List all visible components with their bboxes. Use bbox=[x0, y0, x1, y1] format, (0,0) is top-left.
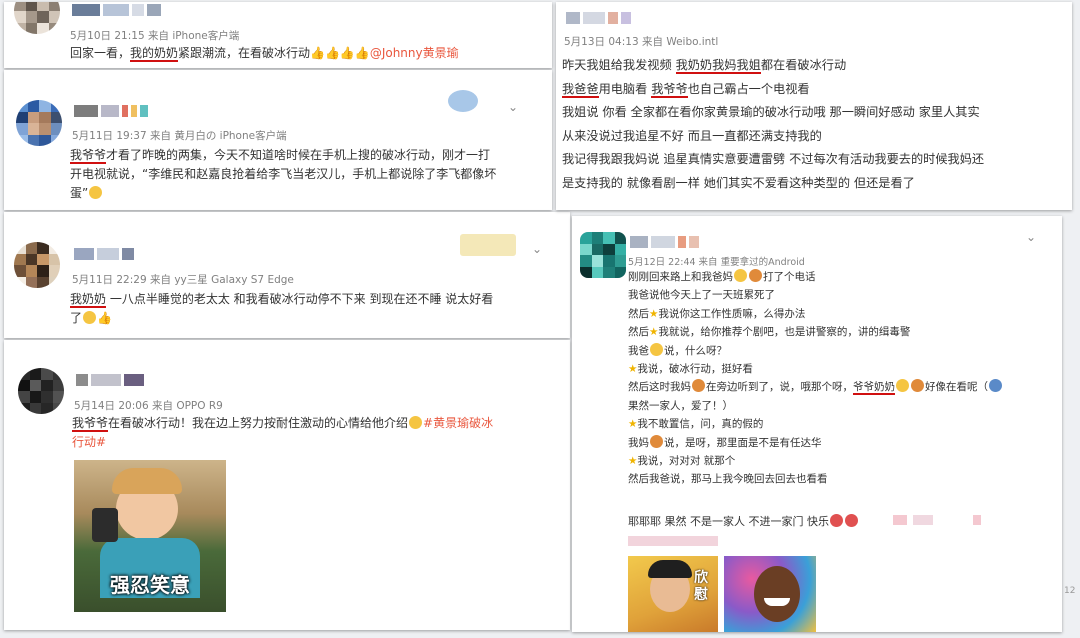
username-redacted[interactable] bbox=[566, 12, 631, 24]
post-meta: 5月10日 21:15 来自 iPhone客户端 bbox=[70, 30, 240, 42]
face-emoji-icon bbox=[896, 379, 909, 393]
avatar[interactable] bbox=[16, 100, 62, 146]
post-text: 回家一看，我的奶奶紧跟潮流，在看破冰行动👍👍👍👍@Johnny黄景瑜 bbox=[70, 46, 459, 62]
badge-icon bbox=[448, 90, 478, 112]
meme-image[interactable]: 强忍笑意 bbox=[74, 460, 226, 612]
username-redacted[interactable] bbox=[72, 4, 161, 16]
mention-link[interactable]: @Johnny黄景瑜 bbox=[370, 46, 459, 60]
star-icon: ★ bbox=[649, 326, 659, 339]
face-emoji-icon bbox=[734, 269, 747, 282]
star-icon: ★ bbox=[649, 307, 659, 320]
post-meta: 5月11日 19:37 来自 黄月白の iPhone客户端 bbox=[72, 130, 287, 142]
smile-emoji-icon bbox=[83, 311, 97, 324]
post-meta: 5月12日 22:44 来自 重要拿过的Android bbox=[628, 257, 805, 268]
redacted-bar bbox=[628, 536, 718, 546]
weibo-post-card: 5月13日 04:13 来自 Weibo.intl 昨天我姐给我发视频 我奶奶我… bbox=[556, 2, 1072, 210]
thumbs-up-icon: 👍 bbox=[97, 311, 112, 325]
star-icon: ★ bbox=[628, 418, 638, 431]
avatar[interactable] bbox=[14, 2, 60, 34]
face-emoji-icon bbox=[650, 434, 663, 448]
reaction-image[interactable]: 欣慰 bbox=[628, 556, 718, 632]
thumbs-up-icon: 👍👍👍👍 bbox=[310, 46, 370, 60]
face-emoji-icon bbox=[749, 269, 762, 282]
laughing-emoji-icon bbox=[409, 416, 423, 429]
heart-emoji-icon bbox=[845, 514, 858, 527]
meme-caption: 强忍笑意 bbox=[110, 573, 190, 597]
avatar[interactable] bbox=[580, 232, 626, 278]
face-emoji-icon bbox=[650, 342, 663, 356]
post-text: 我爷爷才看了昨晚的两集，今天不知道啥时候在手机上搜的破冰行动，刚才一打 开电视就… bbox=[70, 148, 497, 200]
post-text: 我奶奶 一八点半睡觉的老太太 和我看破冰行动停不下来 到现在还不睡 说太好看 了… bbox=[70, 292, 494, 325]
username-redacted[interactable] bbox=[74, 248, 134, 260]
star-icon: ★ bbox=[628, 363, 638, 376]
weibo-post-card: ⌄ 5月11日 19:37 来自 黄月白の iPhone客户端 我爷爷才看了昨晚… bbox=[4, 70, 552, 210]
weibo-post-card: 5月14日 20:06 来自 OPPO R9 我爷爷在看破冰行动！我在边上努力按… bbox=[4, 340, 570, 630]
fish-emoji-icon bbox=[989, 379, 1002, 393]
post-meta: 5月11日 22:29 来自 yy三星 Galaxy S7 Edge bbox=[72, 274, 294, 286]
post-meta: 5月14日 20:06 来自 OPPO R9 bbox=[74, 400, 223, 412]
laughing-emoji-icon bbox=[89, 186, 103, 199]
face-emoji-icon bbox=[911, 379, 924, 393]
star-icon: ★ bbox=[628, 455, 638, 468]
hashtag-link[interactable]: 行动# bbox=[72, 433, 542, 452]
meme-caption: 欣慰 bbox=[694, 570, 708, 603]
post-text: 我爷爷在看破冰行动！我在边上努力按耐住激动的心情给他介绍 #黄景瑜破冰 行动# bbox=[72, 414, 542, 452]
decoration-icon bbox=[460, 234, 516, 256]
username-redacted[interactable] bbox=[630, 236, 699, 248]
reaction-image[interactable] bbox=[724, 556, 816, 632]
chevron-down-icon[interactable]: ⌄ bbox=[506, 100, 520, 114]
post-text: 昨天我姐给我发视频 我奶奶我妈我姐都在看破冰行动 我爸爸用电脑看 我爷爷也自己霸… bbox=[562, 58, 985, 190]
weibo-post-card: 5月10日 21:15 来自 iPhone客户端 回家一看，我的奶奶紧跟潮流，在… bbox=[4, 2, 552, 68]
avatar[interactable] bbox=[14, 242, 60, 288]
post-text: 刚刚回来路上和我爸妈 打了个电话 我爸说他今天上了一天班累死了 然后★我说你这工作… bbox=[628, 268, 1053, 489]
comment-footer: 耶耶耶 果然 不是一家人 不进一家门 快乐 bbox=[628, 512, 981, 531]
username-redacted[interactable] bbox=[76, 374, 144, 386]
heart-emoji-icon bbox=[830, 514, 843, 527]
avatar[interactable] bbox=[18, 368, 64, 414]
weibo-post-card: ⌄ 5月12日 22:44 来自 重要拿过的Android 刚刚回来路上和我爸妈… bbox=[572, 216, 1062, 632]
page-number: 12 bbox=[1064, 586, 1076, 596]
username-redacted[interactable] bbox=[74, 105, 148, 117]
chevron-down-icon[interactable]: ⌄ bbox=[530, 242, 544, 256]
weibo-post-card: ⌄ 5月11日 22:29 来自 yy三星 Galaxy S7 Edge 我奶奶… bbox=[4, 212, 570, 338]
chevron-down-icon[interactable]: ⌄ bbox=[1024, 230, 1038, 244]
face-emoji-icon bbox=[692, 379, 705, 393]
post-meta: 5月13日 04:13 来自 Weibo.intl bbox=[564, 36, 719, 48]
hashtag-link[interactable]: #黄景瑜破冰 bbox=[423, 416, 493, 430]
